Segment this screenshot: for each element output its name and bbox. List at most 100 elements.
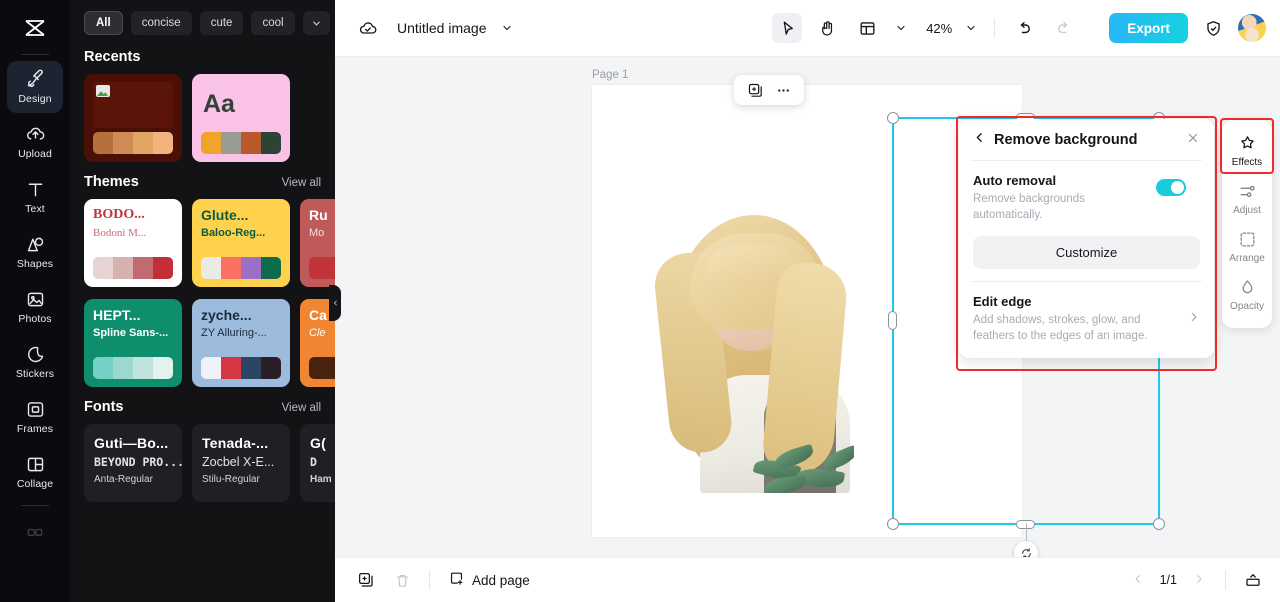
themes-section-header: Themes View all: [84, 174, 321, 190]
select-tool-button[interactable]: [772, 13, 803, 43]
undo-button[interactable]: [1009, 13, 1039, 43]
fonts-row: Guti—Bo... BEYOND PRO... Anta-Regular Te…: [84, 424, 335, 502]
font-card-line3: Stilu-Regular: [202, 474, 260, 485]
shield-check-icon[interactable]: [1198, 13, 1228, 43]
user-avatar[interactable]: [1238, 14, 1266, 42]
color-swatches: [93, 132, 173, 154]
sidebar-item-stickers[interactable]: Stickers: [7, 336, 63, 388]
page-indicator: 1/1: [1159, 573, 1177, 587]
font-card-anta[interactable]: Guti—Bo... BEYOND PRO... Anta-Regular: [84, 424, 182, 502]
page-label: Page 1: [592, 69, 629, 81]
font-card-line2: D: [310, 455, 317, 469]
redo-button[interactable]: [1049, 13, 1079, 43]
canvas-page[interactable]: [592, 85, 1165, 557]
font-card-line1: Guti—Bo...: [94, 435, 169, 451]
bottom-toolbar: Add page 1/1: [335, 557, 1280, 602]
next-page-button[interactable]: [1187, 573, 1211, 588]
recents-section-header: Recents: [84, 49, 321, 65]
sidebar-item-collage[interactable]: Collage: [7, 446, 63, 498]
recents-card-pink-aa[interactable]: Aa: [192, 74, 290, 162]
customize-button[interactable]: Customize: [973, 235, 1200, 269]
sidebar-item-upload[interactable]: Upload: [7, 116, 63, 168]
theme-card-baloo[interactable]: Glute... Baloo-Reg...: [192, 199, 290, 287]
resize-handle-top-left[interactable]: [887, 112, 899, 124]
theme-card-zy-alluring[interactable]: zyche... ZY Alluring-...: [192, 299, 290, 387]
selected-image[interactable]: [654, 193, 854, 493]
sidebar-item-photos[interactable]: Photos: [7, 281, 63, 333]
sidebar-item-frames[interactable]: Frames: [7, 391, 63, 443]
edit-edge-section[interactable]: Edit edge Add shadows, strokes, glow, an…: [973, 282, 1200, 345]
font-card-line1: Tenada-...: [202, 435, 269, 451]
tool-arrange[interactable]: Arrange: [1222, 223, 1272, 271]
theme-card-ru[interactable]: Ru Mo: [300, 199, 335, 287]
resize-handle-bottom-right[interactable]: [1153, 518, 1165, 530]
chevron-down-icon[interactable]: [302, 11, 330, 35]
present-icon[interactable]: [1240, 567, 1266, 593]
theme-title: zyche...: [201, 308, 252, 323]
panel-collapse-handle[interactable]: [329, 285, 341, 321]
recents-card-dark-brown[interactable]: [84, 74, 182, 162]
theme-title: HEPT...: [93, 308, 141, 323]
font-card-line2: BEYOND PRO...: [94, 455, 182, 469]
delete-page-button[interactable]: [389, 567, 415, 593]
filter-chip-all[interactable]: All: [84, 11, 123, 35]
theme-title: BODO...: [93, 208, 145, 222]
zoom-level-value[interactable]: 42%: [926, 21, 952, 36]
tool-effects[interactable]: Effects: [1222, 127, 1272, 175]
fonts-section-header: Fonts View all: [84, 399, 321, 415]
themes-view-all-link[interactable]: View all: [282, 177, 321, 189]
bottom-divider: [1225, 570, 1226, 590]
bottom-divider: [429, 570, 430, 590]
font-card-partial[interactable]: G( D Ham: [300, 424, 335, 502]
chevron-down-icon[interactable]: [497, 13, 517, 43]
resize-handle-bottom-left[interactable]: [887, 518, 899, 530]
layout-tool-button[interactable]: [852, 13, 882, 43]
capcut-logo-icon[interactable]: [15, 8, 55, 48]
font-card-line1: G(: [310, 435, 326, 451]
theme-subtitle: ZY Alluring-...: [201, 326, 267, 339]
tool-opacity[interactable]: Opacity: [1222, 271, 1272, 319]
filter-chip-cool[interactable]: cool: [251, 11, 295, 35]
section-title: Recents: [84, 49, 141, 65]
edit-edge-label: Edit edge: [973, 293, 1032, 309]
color-swatches: [309, 257, 335, 279]
chevron-right-icon[interactable]: [1188, 311, 1200, 326]
close-icon[interactable]: [1186, 131, 1200, 149]
sidebar-item-more[interactable]: [7, 506, 63, 558]
sidebar-item-shapes[interactable]: Shapes: [7, 226, 63, 278]
document-title[interactable]: Untitled image: [397, 20, 487, 36]
sidebar-item-design[interactable]: Design: [7, 61, 63, 113]
prev-page-button[interactable]: [1126, 573, 1150, 588]
sidebar-item-text[interactable]: Text: [7, 171, 63, 223]
canvas-area[interactable]: Page 1 Remove background Auto removal Re…: [335, 57, 1280, 557]
font-card-stilu[interactable]: Tenada-... Zocbel X-E... Stilu-Regular: [192, 424, 290, 502]
hand-tool-button[interactable]: [812, 13, 842, 43]
chevron-down-icon[interactable]: [892, 13, 910, 43]
export-button[interactable]: Export: [1109, 13, 1188, 43]
panel-header: Remove background: [973, 131, 1200, 160]
auto-removal-toggle[interactable]: [1156, 179, 1186, 196]
fonts-view-all-link[interactable]: View all: [282, 402, 321, 414]
cloud-saved-icon[interactable]: [353, 13, 383, 43]
add-page-button[interactable]: Add page: [448, 570, 530, 590]
theme-subtitle: Baloo-Reg...: [201, 226, 266, 239]
rotate-icon[interactable]: [1014, 541, 1038, 557]
left-rail: Design Upload Text Shapes Photos Sticker…: [0, 0, 70, 602]
resize-handle-left[interactable]: [888, 311, 897, 330]
color-swatches: [201, 357, 281, 379]
add-page-label: Add page: [472, 572, 530, 588]
theme-card-spline-sans[interactable]: HEPT... Spline Sans-...: [84, 299, 182, 387]
tool-adjust[interactable]: Adjust: [1222, 175, 1272, 223]
duplicate-icon[interactable]: [744, 79, 766, 101]
filter-chip-concise[interactable]: concise: [130, 11, 192, 35]
filter-chip-row: All concise cute cool: [70, 0, 335, 45]
more-horizontal-icon[interactable]: [772, 79, 794, 101]
filter-chip-cute[interactable]: cute: [199, 11, 244, 35]
theme-card-bodoni[interactable]: BODO... Bodoni M...: [84, 199, 182, 287]
color-swatches: [201, 257, 281, 279]
back-chevron-icon[interactable]: [973, 131, 986, 149]
sidebar-item-label: Frames: [16, 423, 54, 435]
recents-row: Aa: [84, 74, 321, 162]
duplicate-page-icon[interactable]: [353, 567, 379, 593]
chevron-down-icon[interactable]: [962, 13, 980, 43]
